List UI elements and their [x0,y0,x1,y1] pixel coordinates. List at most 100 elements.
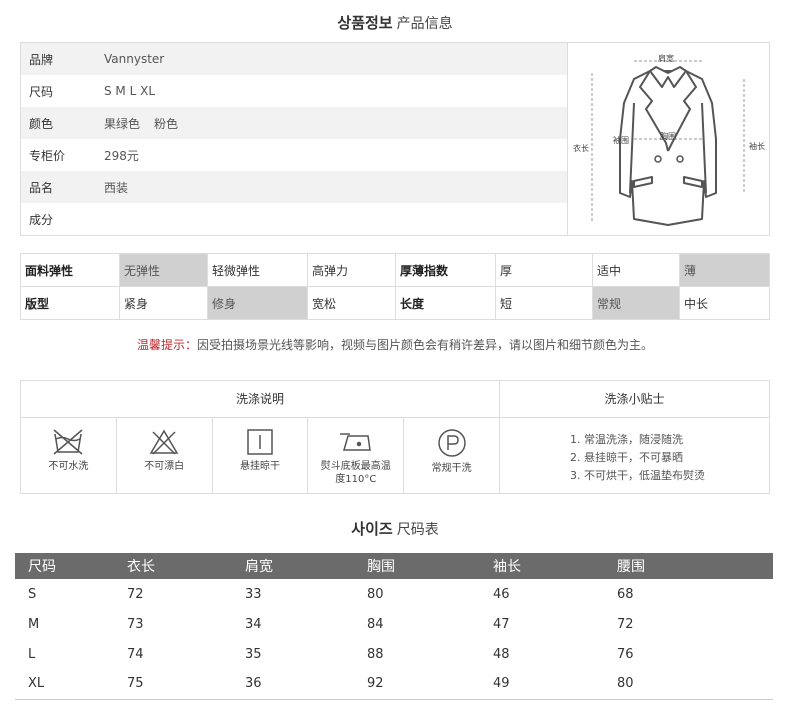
info-row: 品名 西装 [21,171,567,203]
size-cell: 34 [245,616,262,632]
size-cell: 47 [493,616,510,632]
washing-tip: 1. 常温洗涤，随浸随洗 [570,433,683,446]
wash-item: 常规干洗 [404,418,499,493]
diagram-sleeve-label: 袖长 [749,142,765,151]
size-cell: 74 [127,646,144,662]
info-row: 成分 [21,203,567,235]
info-value: Vannyster [104,52,165,66]
size-chart-title-kr: 사이즈 [351,520,393,538]
diagram-chest-label: 胸围 [660,132,676,141]
size-cell: L [28,646,36,662]
notice-text: 因受拍摄场景光线等影响，视频与图片颜色会有稍许差异，请以图片和细节颜色为主。 [197,338,654,352]
color-notice: 温馨提示：因受拍摄场景光线等影响，视频与图片颜色会有稍许差异，请以图片和细节颜色… [0,336,790,353]
info-row: 专柜价 298元 [21,139,567,171]
washing-icons: 不可水洗 不可漂白 悬挂晾干 熨斗底板最高温度110°C 常规干洗 [21,418,499,493]
diagram-sleeve-circ-label: 袖围 [613,136,629,145]
info-label: 专柜价 [29,148,66,163]
wash-item: 不可漂白 [117,418,213,493]
size-cell: S [28,586,37,602]
washing-tips-title: 洗涤小贴士 [499,381,769,418]
size-header: 袖长 [493,553,617,579]
size-cell: 48 [493,646,510,662]
attribute-option: 轻微弹性 [207,253,308,287]
attribute-option: 短 [495,286,593,320]
size-cell: 33 [245,586,262,602]
info-row: 尺码 S M L XL [21,75,567,107]
attribute-option: 宽松 [307,286,396,320]
size-chart-table: 尺码 衣长 肩宽 胸围 袖长 腰围 S 72 33 80 46 68 M 73 … [15,553,773,700]
attribute-option-selected: 薄 [679,253,770,287]
attribute-option: 高弹力 [307,253,396,287]
no-bleach-icon [149,429,179,455]
size-header: 衣长 [127,553,245,579]
size-cell: 92 [367,669,493,700]
wash-item-label: 不可漂白 [144,461,185,472]
size-cell: 46 [493,586,510,602]
attribute-option: 厚 [495,253,593,287]
size-cell: 84 [367,616,384,632]
wash-item: 悬挂晾干 [213,418,309,493]
notice-label: 温馨提示： [136,338,197,352]
info-label: 尺码 [29,84,54,99]
attribute-option: 中长 [679,286,770,320]
size-chart-title: 사이즈 尺码表 [0,518,790,539]
wash-item-label: 熨斗底板最高温度110°C [320,461,391,485]
size-cell: 72 [127,586,144,602]
wash-item-label: 不可水洗 [48,461,89,472]
info-value: S M L XL [104,84,156,98]
size-cell: 88 [367,646,384,662]
info-label: 成分 [29,212,54,227]
product-info-title: 상품정보 产品信息 [0,12,790,33]
wash-item-label: 悬挂晾干 [239,461,280,472]
size-row: XL 75 36 92 49 80 [15,669,773,700]
size-header-row: 尺码 衣长 肩宽 胸围 袖长 腰围 [15,553,773,579]
attribute-option-selected: 修身 [207,286,308,320]
size-cell: 76 [617,646,634,662]
info-value: 298元 [104,148,139,163]
attribute-row: 版型 紧身 修身 宽松 长度 短 常规 中长 [20,286,770,320]
size-header: 尺码 [15,553,127,579]
size-cell: 35 [245,646,262,662]
product-info-title-kr: 상품정보 [337,14,393,32]
diagram-length-label: 衣长 [573,144,589,153]
no-wash-icon [53,429,83,455]
size-cell: 80 [367,586,384,602]
hang-dry-icon [247,429,273,455]
info-label: 品名 [29,180,54,195]
size-cell: 68 [617,586,634,602]
size-cell: XL [15,669,127,700]
info-value [104,212,118,226]
attribute-row: 面料弹性 无弹性 轻微弹性 高弹力 厚薄指数 厚 适中 薄 [20,253,770,287]
attribute-label: 版型 [20,286,120,320]
info-value: 果绿色 粉色 [104,116,179,131]
size-row: S 72 33 80 46 68 [15,579,773,609]
size-cell: 80 [617,669,773,700]
washing-tip: 3. 不可烘干，低温垫布熨烫 [570,469,705,482]
size-header: 腰围 [617,553,773,579]
washing-title: 洗涤说明 [21,381,499,418]
info-value: 西装 [104,180,129,195]
attribute-label: 厚薄指数 [395,253,496,287]
washing-panel: 洗涤说明 洗涤小贴士 不可水洗 不可漂白 悬挂晾干 熨斗底板最高温度110°C … [20,380,770,494]
info-label: 颜色 [29,116,54,131]
washing-tips-list: 1. 常温洗涤，随浸随洗 2. 悬挂晾干，不可暴晒 3. 不可烘干，低温垫布熨烫 [499,418,769,493]
size-row: L 74 35 88 48 76 [15,639,773,669]
diagram-shoulder-label: 肩宽 [658,54,674,63]
size-header: 胸围 [367,553,493,579]
attribute-option: 紧身 [119,286,208,320]
dry-clean-icon [437,429,466,457]
wash-item: 不可水洗 [21,418,117,493]
info-row: 品牌 Vannyster [21,43,567,75]
attribute-option: 适中 [592,253,680,287]
iron-icon [339,433,371,451]
jacket-measure-diagram: 肩宽 袖围 胸围 衣长 袖长 [567,43,769,235]
size-cell: 36 [245,669,367,700]
info-label: 品牌 [29,52,54,67]
attribute-label: 长度 [395,286,496,320]
wash-item: 熨斗底板最高温度110°C [308,418,405,493]
size-cell: 75 [127,669,245,700]
size-cell: 73 [127,616,144,632]
attribute-option-selected: 常规 [592,286,680,320]
product-info-title-cn: 产品信息 [396,16,453,32]
size-cell: 72 [617,616,634,632]
